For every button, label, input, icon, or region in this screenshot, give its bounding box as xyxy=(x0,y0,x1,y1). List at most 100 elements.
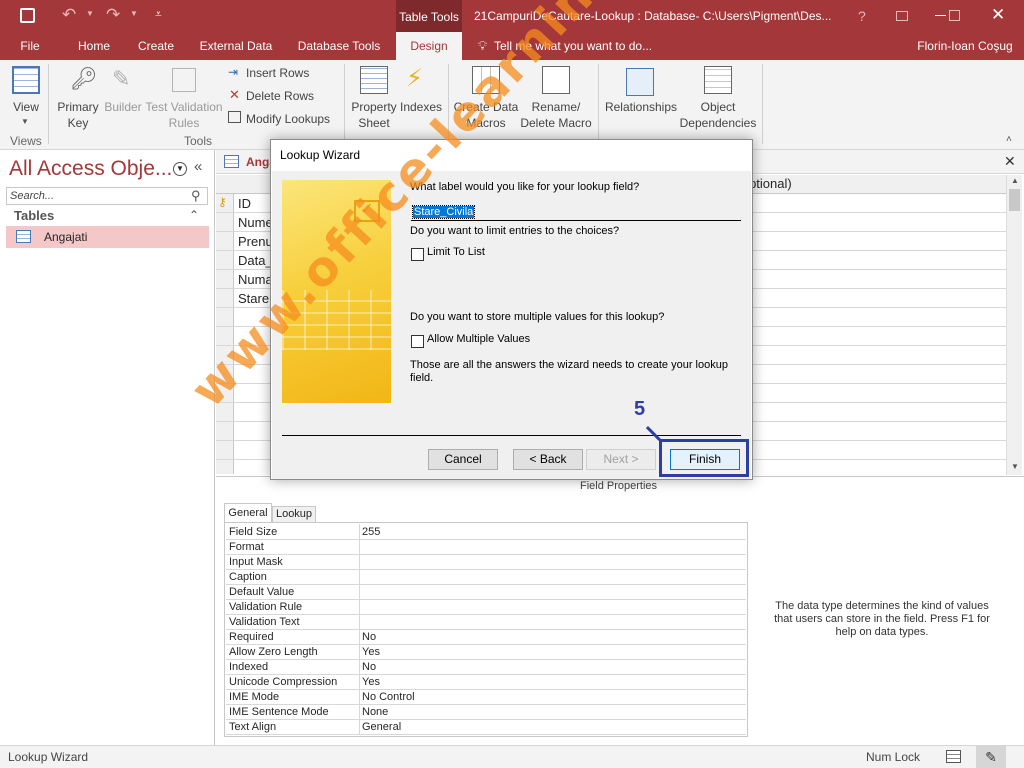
collapse-group-icon[interactable]: ⌃ xyxy=(189,208,199,222)
vertical-scrollbar[interactable]: ▲ ▼ xyxy=(1006,175,1022,475)
property-row[interactable]: Field Size 255 xyxy=(226,525,746,540)
property-value[interactable]: No xyxy=(362,661,376,673)
property-value[interactable]: No Control xyxy=(362,691,415,703)
search-icon[interactable]: ⚲ xyxy=(191,188,201,204)
relationships-icon[interactable] xyxy=(626,68,654,96)
limit-to-list-label[interactable]: Limit To List xyxy=(427,246,485,258)
user-name[interactable]: Florin-Ioan Coşug xyxy=(912,32,1018,60)
tab-database-tools[interactable]: Database Tools xyxy=(292,32,386,60)
test-validation-line2[interactable]: Rules xyxy=(144,116,224,131)
modify-lookups-button[interactable]: Modify Lookups xyxy=(246,112,330,127)
rename-macro-icon[interactable] xyxy=(542,66,570,94)
close-button[interactable]: ✕ xyxy=(991,5,1005,25)
primary-key-icon[interactable]: 🔑︎ xyxy=(70,66,98,92)
property-row[interactable]: Input Mask xyxy=(226,555,746,570)
scroll-thumb[interactable] xyxy=(1009,189,1020,211)
create-data-macros-line2[interactable]: Macros xyxy=(452,116,520,131)
object-dependencies-line2[interactable]: Dependencies xyxy=(676,116,760,131)
field-name-cell[interactable]: Data_ xyxy=(238,253,273,268)
design-view-icon[interactable]: ✎ xyxy=(976,746,1006,768)
indexes-icon[interactable]: ⚡︎ xyxy=(406,64,423,93)
rename-macro-line1[interactable]: Rename/ xyxy=(518,100,594,115)
nav-search-input[interactable]: Search... ⚲ xyxy=(6,187,208,205)
property-row[interactable]: Validation Rule xyxy=(226,600,746,615)
collapse-pane-icon[interactable]: « xyxy=(194,158,202,175)
property-sheet-line2[interactable]: Sheet xyxy=(348,116,400,131)
property-row[interactable]: Indexed No xyxy=(226,660,746,675)
limit-to-list-checkbox[interactable] xyxy=(411,248,424,261)
undo-icon[interactable]: ↶ xyxy=(62,5,76,25)
datasheet-view-icon[interactable] xyxy=(946,750,961,763)
table-icon xyxy=(16,230,31,243)
view-icon[interactable] xyxy=(12,66,40,94)
primary-key-button-line2[interactable]: Key xyxy=(56,116,100,131)
create-data-macros-line1[interactable]: Create Data xyxy=(452,100,520,115)
customize-qat-icon[interactable]: ⩡ xyxy=(155,7,162,22)
object-dependencies-line1[interactable]: Object xyxy=(676,100,760,115)
tab-create[interactable]: Create xyxy=(132,32,180,60)
close-document-icon[interactable]: ✕ xyxy=(1004,153,1016,170)
create-data-macros-icon[interactable] xyxy=(472,66,500,94)
nav-pane-title[interactable]: All Access Obje... xyxy=(9,157,172,181)
property-sheet-line1[interactable]: Property xyxy=(348,100,400,115)
allow-multiple-values-checkbox[interactable] xyxy=(411,335,424,348)
tab-external-data[interactable]: External Data xyxy=(196,32,276,60)
tab-lookup[interactable]: Lookup xyxy=(272,506,316,523)
property-row[interactable]: IME Mode No Control xyxy=(226,690,746,705)
relationships-button[interactable]: Relationships xyxy=(602,100,680,115)
builder-button[interactable]: Builder xyxy=(102,100,144,115)
ribbon-display-icon[interactable] xyxy=(896,11,908,21)
redo-dropdown-icon[interactable]: ▼ xyxy=(130,9,138,18)
indexes-button[interactable]: Indexes xyxy=(398,100,444,115)
save-icon[interactable] xyxy=(20,8,35,23)
property-value[interactable]: None xyxy=(362,706,388,718)
property-sheet-icon[interactable] xyxy=(360,66,388,94)
nav-item-angajati[interactable]: Angajati xyxy=(6,226,209,248)
test-validation-line1[interactable]: Test Validation xyxy=(144,100,224,115)
rename-macro-line2[interactable]: Delete Macro xyxy=(518,116,594,131)
view-button[interactable]: View xyxy=(8,100,44,115)
property-row[interactable]: IME Sentence Mode None xyxy=(226,705,746,720)
property-row[interactable]: Required No xyxy=(226,630,746,645)
property-row[interactable]: Default Value xyxy=(226,585,746,600)
property-value[interactable]: 255 xyxy=(362,526,380,538)
property-row[interactable]: Allow Zero Length Yes xyxy=(226,645,746,660)
cancel-button[interactable]: Cancel xyxy=(428,449,498,470)
tab-home[interactable]: Home xyxy=(70,32,118,60)
help-button[interactable]: ? xyxy=(858,8,866,24)
undo-dropdown-icon[interactable]: ▼ xyxy=(86,9,94,18)
tab-design[interactable]: Design xyxy=(396,32,462,60)
redo-icon[interactable]: ↷ xyxy=(106,5,120,25)
insert-rows-button[interactable]: Insert Rows xyxy=(246,66,309,81)
view-dropdown-icon[interactable]: ▼ xyxy=(21,117,29,126)
property-row[interactable]: Validation Text xyxy=(226,615,746,630)
nav-menu-icon[interactable]: ▼ xyxy=(173,162,187,176)
property-row[interactable]: Caption xyxy=(226,570,746,585)
next-button[interactable]: Next > xyxy=(586,449,656,470)
collapse-ribbon-icon[interactable]: ˄ xyxy=(1006,134,1012,145)
minimize-button[interactable] xyxy=(935,15,946,16)
tell-me-box[interactable]: Tell me what you want to do... xyxy=(494,32,662,60)
back-button[interactable]: < Back xyxy=(513,449,583,470)
scroll-down-icon[interactable]: ▼ xyxy=(1011,462,1019,471)
property-value[interactable]: Yes xyxy=(362,676,380,688)
nav-group-tables[interactable]: Tables xyxy=(14,208,54,223)
object-dependencies-icon[interactable] xyxy=(704,66,732,94)
field-name-cell[interactable]: Stare xyxy=(238,291,269,306)
property-value[interactable]: No xyxy=(362,631,376,643)
primary-key-button-line1[interactable]: Primary xyxy=(56,100,100,115)
maximize-button[interactable] xyxy=(949,10,960,21)
allow-multiple-values-label[interactable]: Allow Multiple Values xyxy=(427,333,530,345)
property-row[interactable]: Unicode Compression Yes xyxy=(226,675,746,690)
tab-file[interactable]: File xyxy=(8,32,52,60)
property-row[interactable]: Format xyxy=(226,540,746,555)
tab-general[interactable]: General xyxy=(224,503,272,523)
scroll-up-icon[interactable]: ▲ xyxy=(1011,176,1019,185)
field-name-cell[interactable]: ID xyxy=(238,196,251,211)
delete-rows-button[interactable]: Delete Rows xyxy=(246,89,314,104)
lookup-label-input[interactable]: Stare_Civila xyxy=(411,205,741,221)
field-name-cell[interactable]: Nume xyxy=(238,215,273,230)
property-value[interactable]: Yes xyxy=(362,646,380,658)
property-value[interactable]: General xyxy=(362,721,401,733)
property-row[interactable]: Text Align General xyxy=(226,720,746,735)
